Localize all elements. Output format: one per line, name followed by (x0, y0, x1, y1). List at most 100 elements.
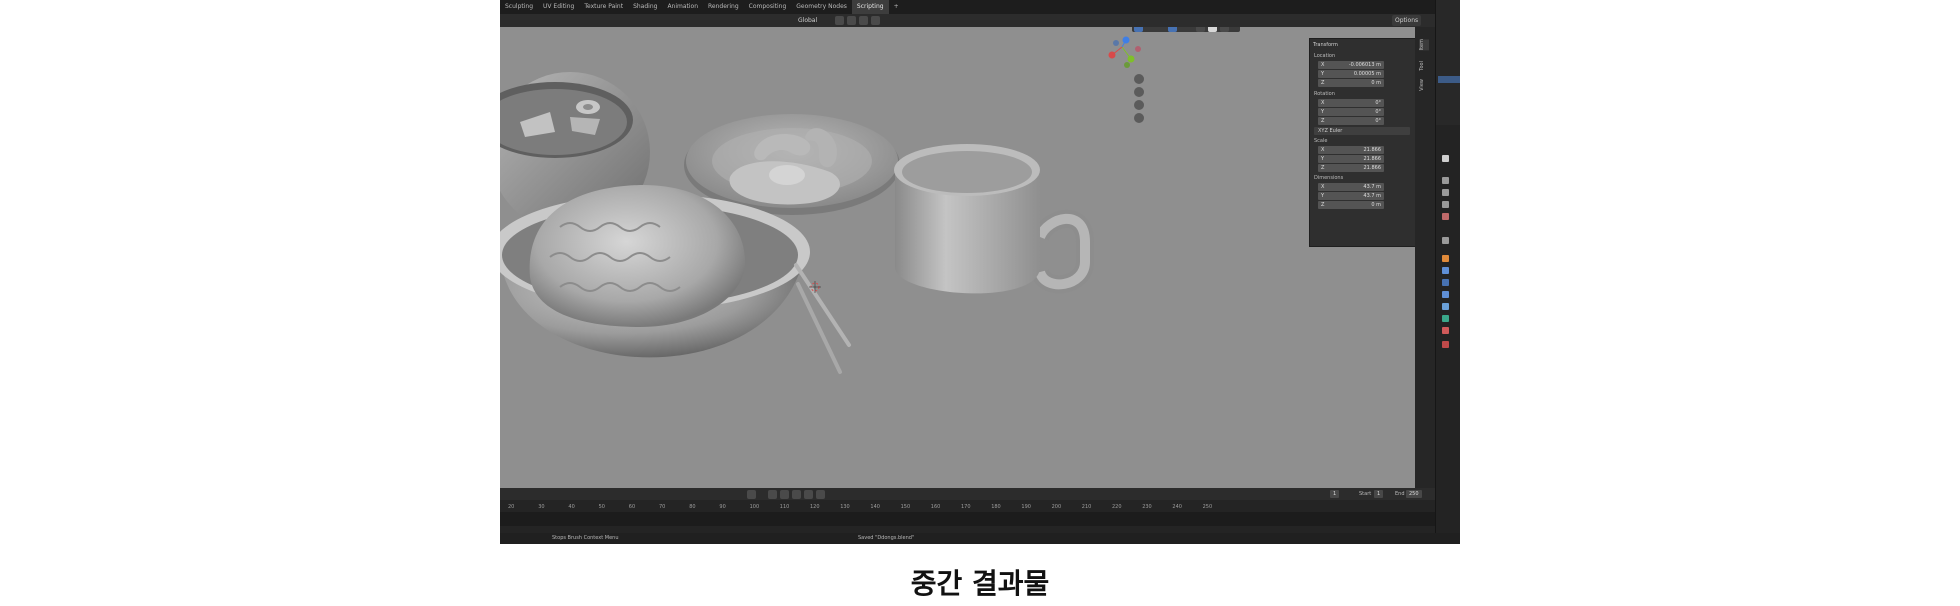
outliner-row[interactable] (1438, 60, 1460, 67)
output-properties-icon[interactable] (1442, 189, 1449, 196)
timeline-frame-tick: 230 (1142, 504, 1152, 510)
world-properties-icon[interactable] (1442, 237, 1449, 244)
workspace-tab[interactable]: UV Editing (538, 0, 579, 14)
timeline-frame-tick: 40 (568, 504, 575, 510)
viewport-shading-toolbar (1132, 27, 1240, 32)
data-properties-icon[interactable] (1442, 315, 1449, 322)
timeline-frame-tick: 80 (689, 504, 696, 510)
transform-sidebar-panel: Transform Location X -0.006013 m Y 0.00005… (1309, 38, 1415, 247)
pan-icon[interactable] (1134, 87, 1144, 97)
rotation-x-field[interactable]: X 0° (1318, 99, 1384, 107)
timeline-frame-tick: 170 (961, 504, 971, 510)
rotation-z-field[interactable]: Z 0° (1318, 117, 1384, 125)
next-keyframe-icon[interactable] (816, 490, 825, 499)
physics-properties-icon[interactable] (1442, 291, 1449, 298)
render-properties-icon[interactable] (1442, 177, 1449, 184)
modifier-properties-icon[interactable] (1442, 267, 1449, 274)
workspace-tab[interactable]: Animation (662, 0, 703, 14)
workspace-tab[interactable]: Sculpting (500, 0, 538, 14)
gizmo-z-icon (1122, 36, 1130, 44)
timeline-frame-tick: 50 (598, 504, 605, 510)
timeline-frame-tick: 90 (719, 504, 726, 510)
dimensions-y-field[interactable]: Y 43.7 m (1318, 192, 1384, 200)
dimensions-label: Dimensions (1314, 175, 1344, 181)
workspace-tab[interactable]: Rendering (703, 0, 744, 14)
end-frame-field[interactable]: 250 (1406, 490, 1422, 498)
tab-view[interactable]: View (1419, 79, 1429, 91)
outliner-row[interactable] (1438, 85, 1460, 92)
outliner-row[interactable] (1438, 24, 1460, 31)
tab-tool[interactable]: Tool (1419, 61, 1429, 71)
zoom-icon[interactable] (1134, 74, 1144, 84)
particles-properties-icon[interactable] (1442, 279, 1449, 286)
record-icon[interactable] (747, 490, 756, 499)
rotation-mode-dropdown[interactable]: XYZ Euler (1314, 127, 1410, 135)
location-x-field[interactable]: X -0.006013 m (1318, 61, 1384, 69)
scale-x-field[interactable]: X 21.866 (1318, 146, 1384, 154)
overlays-icon[interactable] (1168, 27, 1177, 32)
timeline-frame-tick: 240 (1172, 504, 1182, 510)
egg-yolk (769, 165, 805, 185)
timeline-frame-tick: 100 (749, 504, 760, 510)
object-properties-icon[interactable] (1442, 255, 1449, 262)
perspective-toggle-icon[interactable] (1134, 113, 1144, 123)
dimensions-z-field[interactable]: Z0 m (1318, 201, 1384, 209)
scale-label: Scale (1314, 138, 1328, 144)
prev-keyframe-icon[interactable] (780, 490, 789, 499)
start-frame-field[interactable]: 1 (1374, 490, 1384, 498)
dimensions-x-field[interactable]: X 43.7 m (1318, 183, 1384, 191)
timeline-frame-tick: 140 (870, 504, 880, 510)
location-z-field[interactable]: Z0 m (1318, 79, 1384, 87)
workspace-tabs-bar: Sculpting UV Editing Texture Paint Shadi… (500, 0, 1435, 14)
constraints-properties-icon[interactable] (1442, 303, 1449, 310)
view-layer-properties-icon[interactable] (1442, 201, 1449, 208)
outliner-row[interactable] (1438, 33, 1460, 40)
select-tool-icon[interactable] (1134, 27, 1143, 32)
material-shading-icon[interactable] (1220, 27, 1229, 32)
current-frame-field[interactable]: 1 (1330, 490, 1340, 498)
rotation-y-field[interactable]: Y 0° (1318, 108, 1384, 116)
location-label: Location (1314, 53, 1336, 59)
scale-y-field[interactable]: Y 21.866 (1318, 155, 1384, 163)
transform-section-title[interactable]: Transform (1313, 42, 1338, 48)
tab-item[interactable]: Item (1419, 39, 1429, 51)
snap-icon[interactable] (847, 16, 856, 25)
navigation-gizmo[interactable] (1108, 36, 1142, 69)
timeline-frame-tick: 210 (1081, 504, 1092, 510)
workspace-tab-active[interactable]: Scripting (851, 0, 889, 14)
timeline-frame-tick: 150 (900, 504, 911, 510)
options-dropdown[interactable]: Options (1392, 15, 1422, 26)
workspace-tab[interactable]: Compositing (744, 0, 792, 14)
play-reverse-icon[interactable] (792, 490, 801, 499)
timeline-track[interactable] (500, 512, 1435, 526)
workspace-tab[interactable]: Geometry Nodes (791, 0, 852, 14)
solid-shading-icon[interactable] (1208, 27, 1217, 32)
play-icon[interactable] (804, 490, 813, 499)
outliner-row-selected[interactable] (1438, 76, 1460, 83)
scene-render (500, 36, 1142, 374)
timeline-frame-tick: 160 (930, 504, 941, 510)
xray-icon[interactable] (1196, 27, 1205, 32)
camera-view-icon[interactable] (1134, 100, 1144, 110)
timeline-frame-tick: 220 (1112, 504, 1122, 510)
add-workspace-icon[interactable]: + (889, 0, 904, 14)
workspace-tab[interactable]: Texture Paint (579, 0, 628, 14)
scene-properties-icon[interactable] (1442, 213, 1449, 220)
pivot-point-icon[interactable] (835, 16, 844, 25)
workspace-tab[interactable]: Shading (628, 0, 662, 14)
timeline-frame-tick: 20 (508, 504, 515, 510)
outliner-row[interactable] (1438, 51, 1460, 58)
3d-viewport[interactable]: Transform Location X -0.006013 m Y 0.00005… (500, 27, 1415, 488)
timeline-frame-tick: 130 (840, 504, 850, 510)
outliner-row[interactable] (1438, 42, 1460, 49)
proportional-edit-icon[interactable] (871, 16, 880, 25)
snap-target-icon[interactable] (859, 16, 868, 25)
transform-orientation-dropdown[interactable]: Global (798, 15, 817, 26)
material-properties-icon[interactable] (1442, 327, 1449, 334)
outliner-row[interactable] (1438, 69, 1460, 76)
jump-start-icon[interactable] (768, 490, 777, 499)
tool-properties-icon[interactable] (1442, 155, 1449, 162)
location-y-field[interactable]: Y 0.00005 m (1318, 70, 1384, 78)
texture-properties-icon[interactable] (1442, 341, 1449, 348)
scale-z-field[interactable]: Z 21.866 (1318, 164, 1384, 172)
